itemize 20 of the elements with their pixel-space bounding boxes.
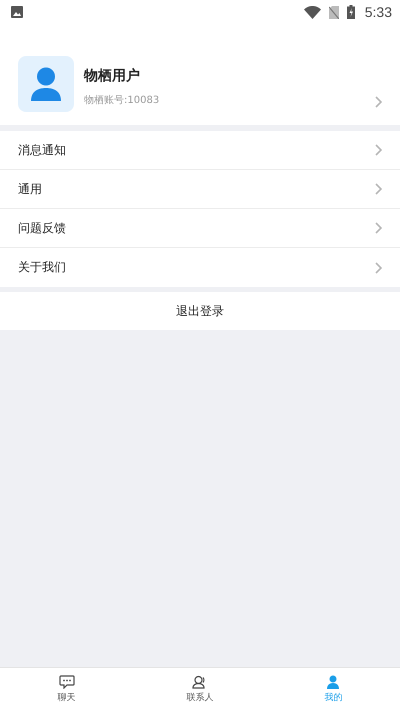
- chevron-icon: [375, 144, 383, 156]
- wifi-icon: [304, 6, 321, 18]
- user-name: 物栖用户: [84, 67, 141, 85]
- status-time: 5:33: [364, 4, 392, 20]
- contacts-icon: [192, 675, 208, 689]
- chevron-icon: [375, 262, 383, 274]
- avatar[interactable]: [18, 56, 74, 112]
- image-icon: [11, 6, 23, 18]
- chevron-icon: [375, 183, 383, 195]
- person-icon: [327, 675, 340, 689]
- chat-icon: [58, 675, 75, 689]
- person-icon: [31, 67, 61, 101]
- account-id: 物栖账号:10083: [84, 94, 160, 107]
- logout-button[interactable]: 退出登录: [0, 292, 400, 330]
- battery-icon: [346, 5, 355, 19]
- nav-tab[interactable]: 聊天: [0, 668, 134, 711]
- no-sim-icon: [328, 6, 339, 18]
- chevron-icon: [375, 96, 383, 108]
- chevron-icon: [375, 222, 383, 234]
- nav-tab[interactable]: 联系人: [133, 668, 267, 711]
